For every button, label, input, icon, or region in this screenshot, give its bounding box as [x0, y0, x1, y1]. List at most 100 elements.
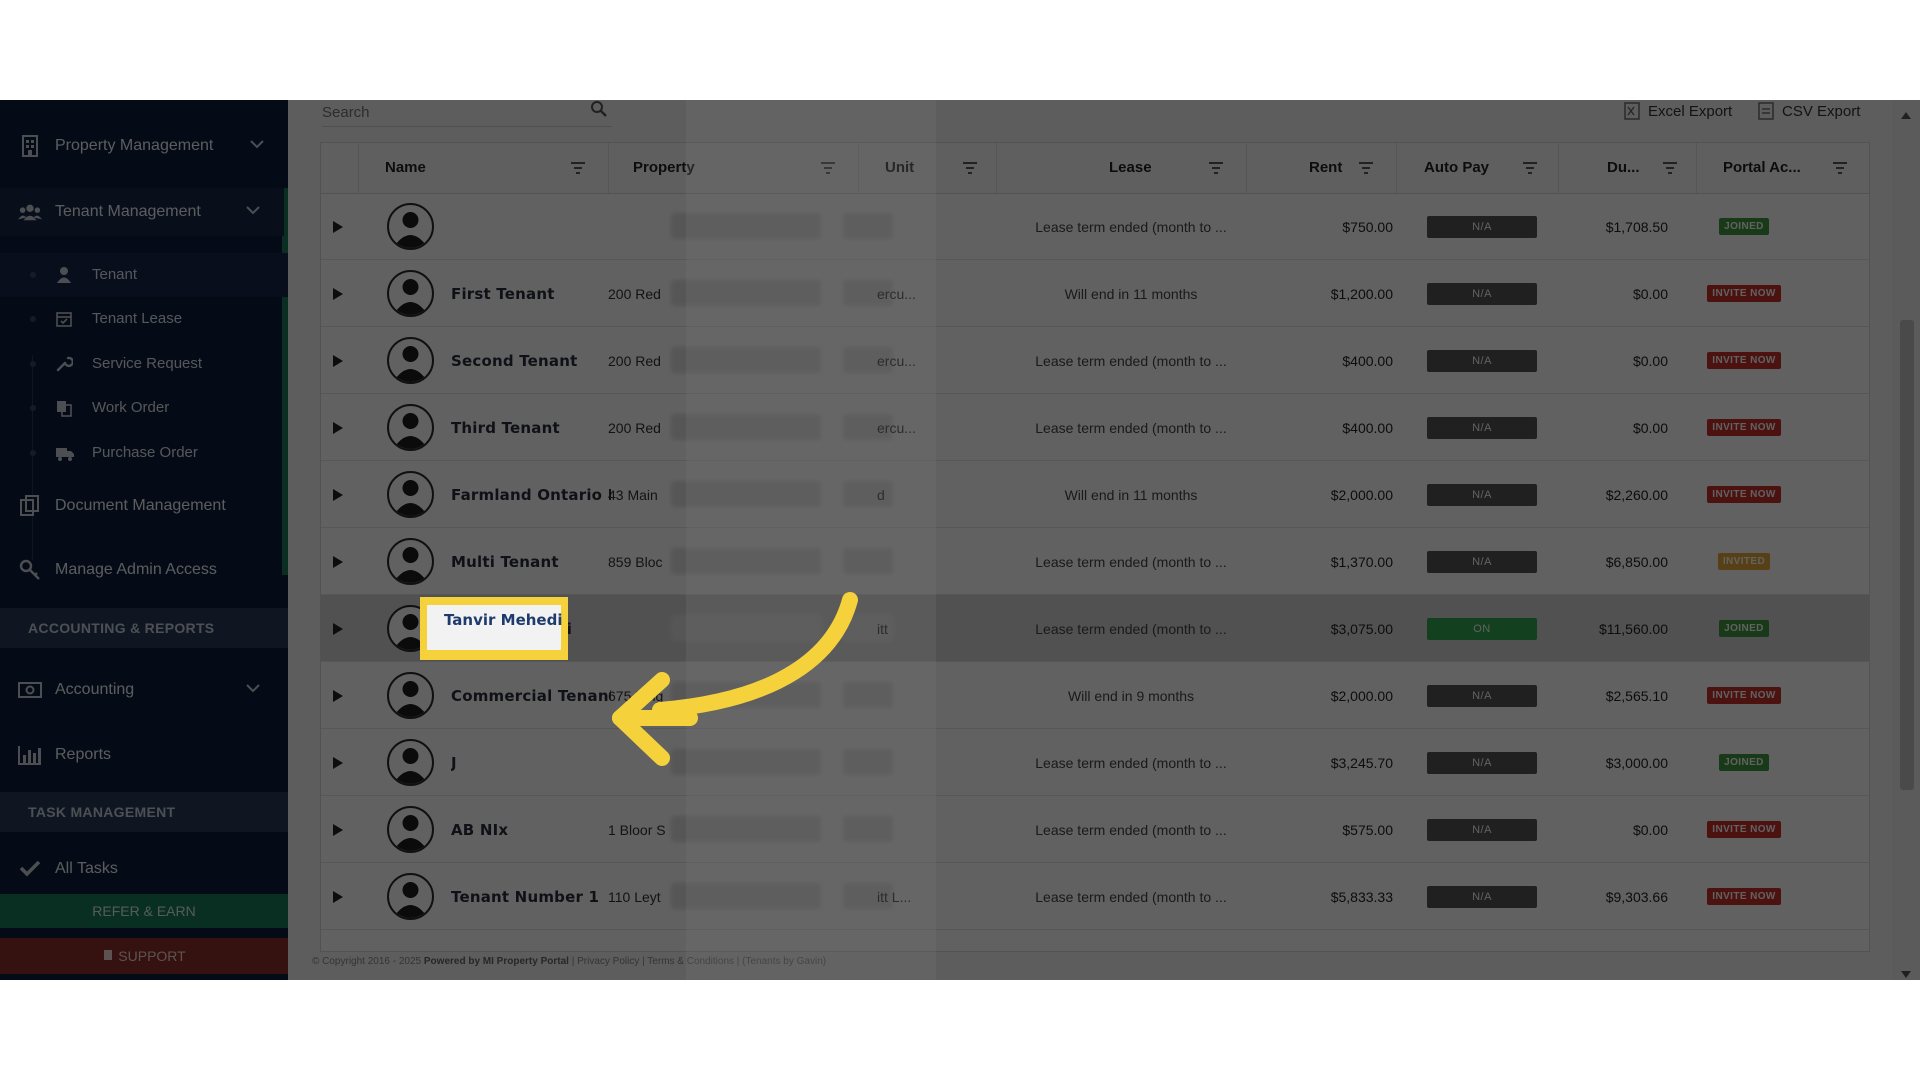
sidebar-item-service-request[interactable]: Service Request [0, 342, 288, 386]
scrollbar-thumb[interactable] [1900, 320, 1914, 790]
redacted-block [671, 213, 821, 239]
filter-icon[interactable] [821, 161, 835, 178]
expand-row-icon[interactable] [333, 260, 347, 327]
expand-row-icon[interactable] [333, 796, 347, 863]
property-cell: 1 Bloor S [608, 821, 666, 838]
portal-status-badge[interactable]: INVITE NOW [1707, 285, 1781, 302]
column-header-auto-pay[interactable]: Auto Pay [1397, 143, 1559, 193]
tenant-name-link[interactable]: Second Tenant [451, 327, 611, 394]
column-header-due[interactable]: Du... [1559, 143, 1697, 193]
check-icon [18, 857, 42, 879]
sidebar-item-document-management[interactable]: Document Management [0, 482, 288, 530]
footer-copyright: © Copyright 2016 - 2025 [312, 956, 422, 967]
expand-row-icon[interactable] [333, 193, 347, 260]
table-row[interactable]: Commercial Tenant wit 675 King Will end … [321, 662, 1869, 729]
table-row[interactable]: J Lease term ended (month to ... $3,245.… [321, 729, 1869, 796]
table-row[interactable]: AB NIx 1 Bloor S Lease term ended (month… [321, 796, 1869, 863]
table-header: Name Property Unit Lease Rent Auto Pay D… [321, 143, 1869, 194]
scrollbar[interactable] [1892, 100, 1920, 980]
tenant-name-link[interactable]: Commercial Tenant wit [451, 662, 611, 729]
filter-icon[interactable] [1663, 161, 1677, 178]
sidebar-item-tenant-management[interactable]: Tenant Management [0, 188, 288, 236]
sidebar-item-accounting[interactable]: Accounting [0, 666, 288, 714]
column-header-property[interactable]: Property [609, 143, 859, 193]
tenant-name-link[interactable]: First Tenant [451, 260, 611, 327]
tenant-name-link[interactable] [451, 193, 611, 260]
portal-status-badge[interactable]: JOINED [1719, 754, 1769, 771]
table-row[interactable]: Lease term ended (month to ... $750.00 N… [321, 193, 1869, 260]
sidebar-item-all-tasks[interactable]: All Tasks [0, 848, 288, 888]
footer-powered[interactable]: Powered by MI Property Portal [424, 956, 569, 967]
expand-row-icon[interactable] [333, 394, 347, 461]
scroll-down-icon[interactable] [1901, 966, 1911, 980]
rent-cell: $1,200.00 [1330, 285, 1393, 302]
lease-cell: Will end in 9 months [1067, 687, 1195, 704]
portal-status-badge[interactable]: INVITE NOW [1707, 888, 1781, 905]
avatar [387, 806, 434, 853]
filter-icon[interactable] [1359, 161, 1373, 178]
sidebar-item-label: Service Request [92, 355, 203, 372]
column-header-rent[interactable]: Rent [1247, 143, 1397, 193]
table-row[interactable]: Multi Tenant 859 Bloc Lease term ended (… [321, 528, 1869, 595]
portal-status-badge[interactable]: INVITE NOW [1707, 352, 1781, 369]
lease-cell: Lease term ended (month to ... [1035, 821, 1227, 838]
column-header-portal-access[interactable]: Portal Ac... [1697, 143, 1869, 193]
filter-icon[interactable] [1833, 161, 1847, 178]
redacted-block [671, 548, 821, 574]
tenant-name-link[interactable]: Multi Tenant [451, 528, 611, 595]
auto-pay-cell: N/A [1427, 394, 1537, 461]
support-button[interactable]: SUPPORT [0, 938, 288, 974]
footer-theme: (Tenants by Gavin) [742, 956, 827, 967]
lease-cell: Lease term ended (month to ... [1035, 218, 1227, 235]
filter-icon[interactable] [1523, 161, 1537, 178]
expand-row-icon[interactable] [333, 595, 347, 662]
expand-row-icon[interactable] [333, 327, 347, 394]
scroll-up-icon[interactable] [1901, 106, 1911, 124]
unit-cell: ercu... [877, 285, 916, 302]
expand-row-icon[interactable] [333, 662, 347, 729]
search-icon[interactable] [590, 100, 608, 123]
column-header-name[interactable]: Name [359, 143, 609, 193]
table-row[interactable]: Third Tenant 200 Red ercu... Lease term … [321, 394, 1869, 461]
tenant-name-link[interactable]: Tenant Number 1 [451, 863, 611, 930]
footer-links[interactable]: | Privacy Policy | Terms & Conditions | [572, 956, 740, 967]
column-header-unit[interactable]: Unit [859, 143, 997, 193]
portal-status-badge[interactable]: JOINED [1719, 620, 1769, 637]
table-row[interactable]: Tenant Number 1 110 Leyt itt L... Lease … [321, 863, 1869, 930]
csv-export-button[interactable]: CSV Export [1758, 102, 1860, 120]
portal-status-badge[interactable]: INVITE NOW [1707, 687, 1781, 704]
portal-status-badge[interactable]: INVITE NOW [1707, 486, 1781, 503]
sidebar-item-property-management[interactable]: Property Management [0, 122, 288, 170]
excel-export-button[interactable]: Excel Export [1624, 102, 1732, 120]
expand-row-icon[interactable] [333, 461, 347, 528]
tenant-name-link[interactable]: AB NIx [451, 796, 611, 863]
rent-cell: $400.00 [1342, 352, 1393, 369]
sidebar-item-tenant-lease[interactable]: Tenant Lease [0, 297, 288, 341]
tenant-name-link[interactable]: J [451, 729, 611, 796]
filter-icon[interactable] [571, 161, 585, 178]
highlighted-tenant-name[interactable]: Tanvir Mehedi [444, 611, 562, 629]
sidebar-item-purchase-order[interactable]: Purchase Order [0, 431, 288, 475]
table-row[interactable]: Farmland Ontario Inc 43 Main d Will end … [321, 461, 1869, 528]
sidebar-item-reports[interactable]: Reports [0, 731, 288, 779]
sidebar-item-manage-admin-access[interactable]: Manage Admin Access [0, 546, 288, 594]
portal-status-badge[interactable]: JOINED [1719, 218, 1769, 235]
excel-icon [1624, 102, 1640, 120]
refer-earn-button[interactable]: REFER & EARN [0, 894, 288, 928]
table-row[interactable]: Second Tenant 200 Red ercu... Lease term… [321, 327, 1869, 394]
sidebar-item-work-order[interactable]: Work Order [0, 386, 288, 430]
expand-row-icon[interactable] [333, 729, 347, 796]
expand-row-icon[interactable] [333, 528, 347, 595]
tenant-name-link[interactable]: Third Tenant [451, 394, 611, 461]
filter-icon[interactable] [1209, 161, 1223, 178]
portal-status-badge[interactable]: INVITE NOW [1707, 821, 1781, 838]
expand-row-icon[interactable] [333, 863, 347, 930]
table-row[interactable]: First Tenant 200 Red ercu... Will end in… [321, 260, 1869, 327]
portal-status-badge[interactable]: INVITED [1717, 553, 1771, 570]
column-header-lease[interactable]: Lease [997, 143, 1247, 193]
search-input[interactable] [322, 100, 572, 124]
tenant-name-link[interactable]: Farmland Ontario Inc [451, 461, 611, 528]
portal-status-badge[interactable]: INVITE NOW [1707, 419, 1781, 436]
sidebar-item-tenant[interactable]: Tenant [0, 253, 288, 297]
filter-icon[interactable] [963, 161, 977, 178]
